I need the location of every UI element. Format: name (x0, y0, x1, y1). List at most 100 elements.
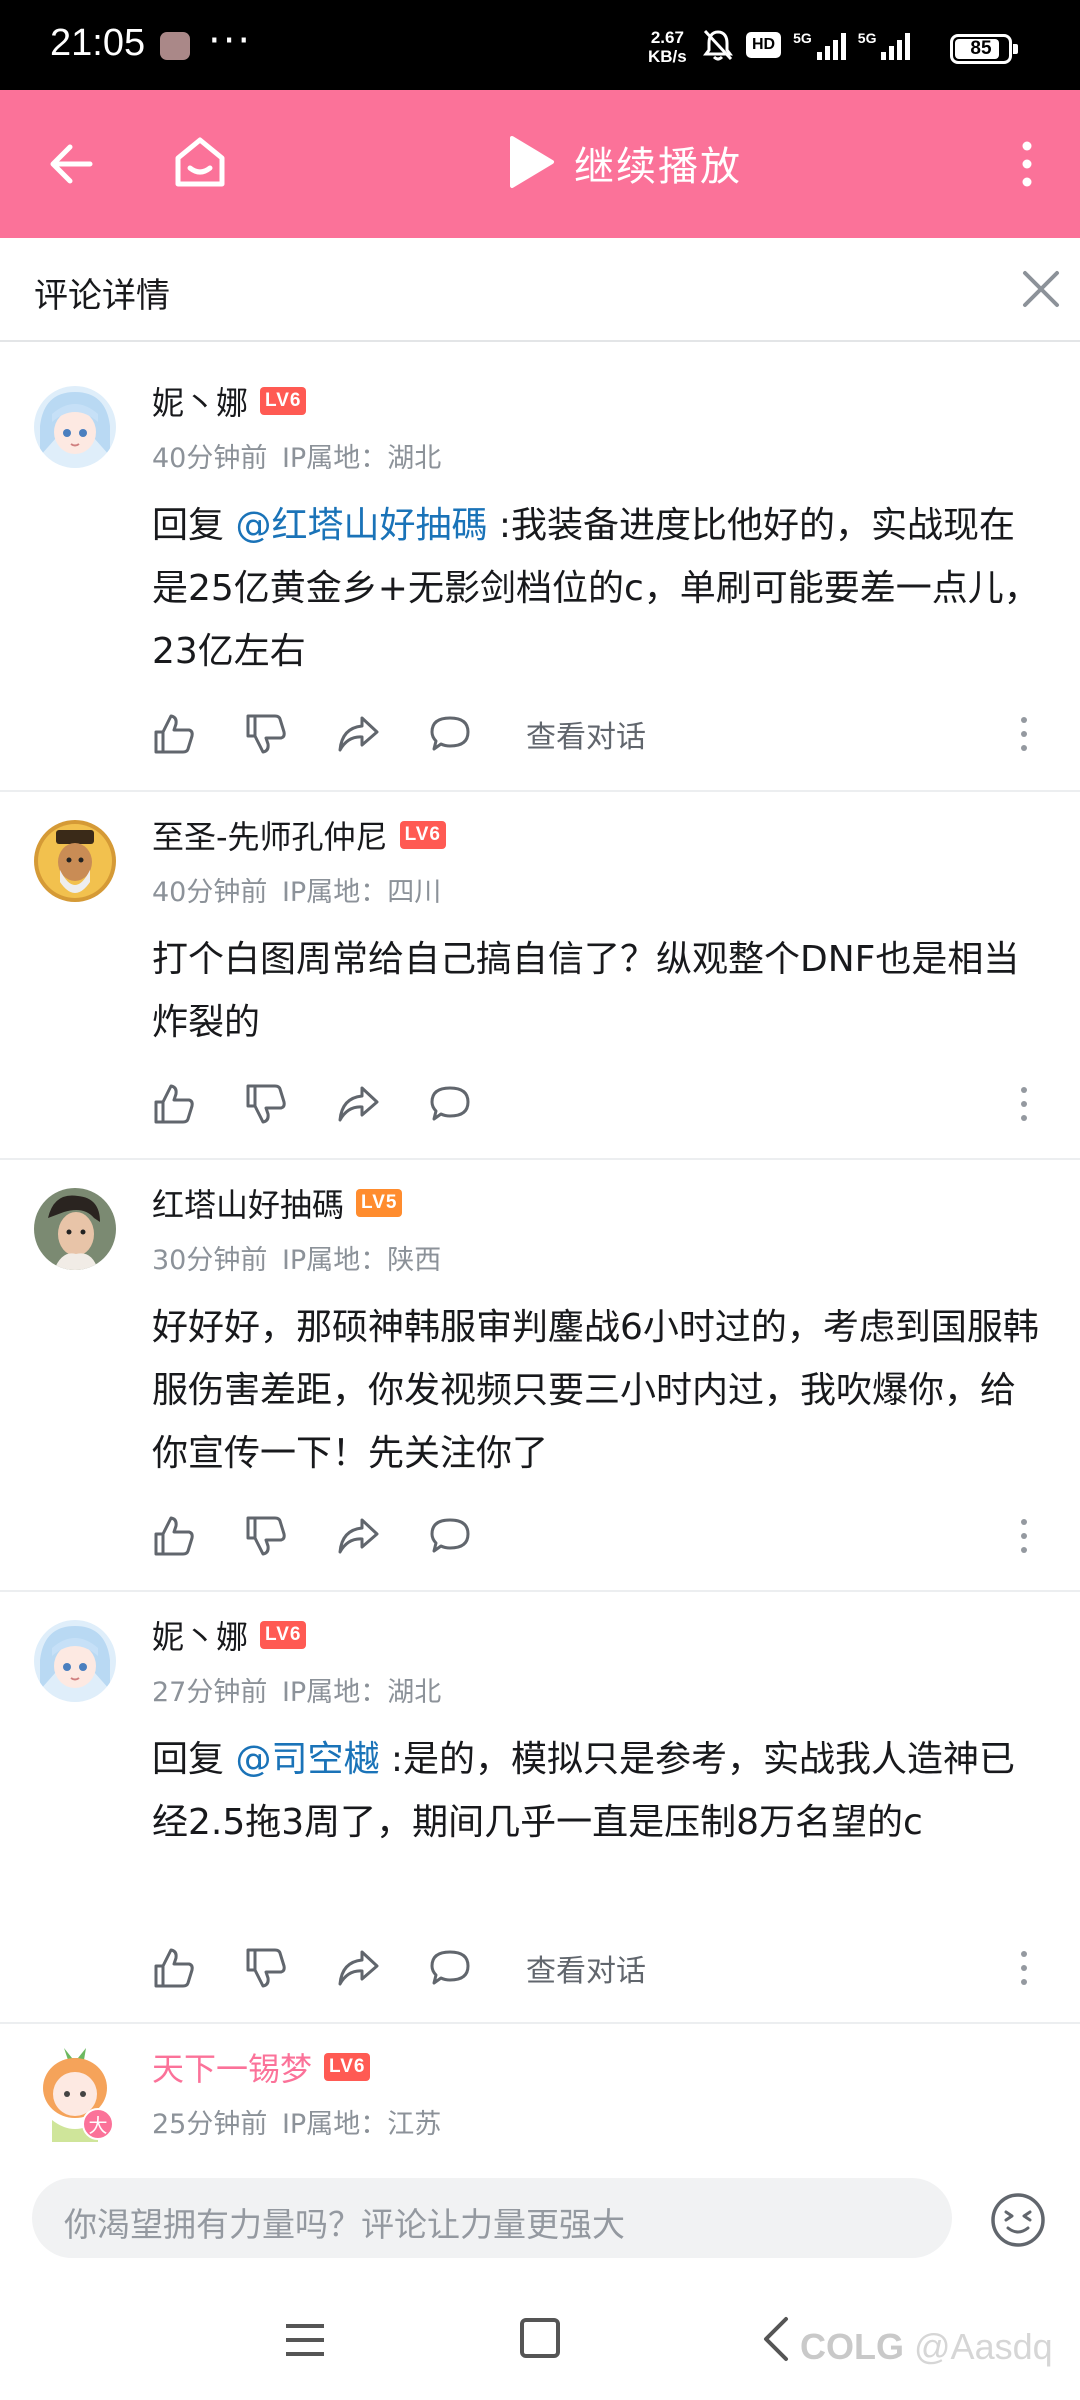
dislike-icon[interactable] (244, 1946, 288, 1990)
avatar[interactable] (34, 1620, 116, 1702)
share-icon[interactable] (336, 712, 380, 756)
mute-bell-icon (703, 29, 733, 61)
view-conversation-button[interactable]: 查看对话 (526, 1946, 646, 1990)
like-icon[interactable] (152, 1514, 196, 1558)
comment-time: 27分钟前 (152, 1677, 268, 1708)
play-icon[interactable] (500, 132, 560, 192)
emoji-icon[interactable] (988, 2190, 1048, 2250)
panel-title: 评论详情 (34, 276, 170, 316)
comment-item: 妮丶娜 LV6 27分钟前 IP属地：湖北 回复 @司空樾 :是的，模拟只是参考… (0, 1592, 1080, 2024)
level-badge: LV6 (260, 1621, 307, 1649)
share-icon[interactable] (336, 1082, 380, 1126)
mention-link[interactable]: @红塔山好抽碼 (235, 505, 487, 546)
level-badge: LV6 (324, 2053, 371, 2081)
like-icon[interactable] (152, 1082, 196, 1126)
comment-actions (152, 1506, 1052, 1566)
ip-location: IP属地：湖北 (281, 443, 442, 474)
status-icons: HD 5G 5G (702, 28, 911, 62)
comment-meta: 27分钟前 IP属地：湖北 (152, 1670, 441, 1709)
more-notifications-icon: ··· (208, 18, 253, 64)
avatar-badge: 大 (82, 2108, 114, 2140)
watermark-brand: COLG (800, 2326, 904, 2367)
avatar[interactable] (34, 1188, 116, 1270)
hd-voice-icon: HD (746, 32, 782, 58)
comment-time: 40分钟前 (152, 443, 268, 474)
watermark-handle: @Aasdq (914, 2326, 1053, 2367)
view-conversation-button[interactable]: 查看对话 (526, 712, 646, 756)
comment-input-bar: 你渴望拥有力量吗？评论让力量更强大 (0, 2160, 1080, 2280)
ip-location: IP属地：四川 (281, 877, 442, 908)
share-icon[interactable] (336, 1946, 380, 1990)
like-icon[interactable] (152, 1946, 196, 1990)
battery-icon: 85 (950, 34, 1018, 64)
username[interactable]: 妮丶娜 LV6 (152, 378, 307, 424)
mention-link[interactable]: @司空樾 (235, 1739, 379, 1780)
battery-level: 85 (970, 38, 992, 59)
net-speed-unit: KB/s (648, 47, 687, 66)
username[interactable]: 天下一锡梦 LV6 (152, 2044, 371, 2090)
comment-time: 25分钟前 (152, 2109, 268, 2140)
net-speed-value: 2.67 (650, 28, 684, 47)
nav-back-icon[interactable] (756, 2314, 796, 2364)
comment-more-icon[interactable] (1014, 1946, 1034, 1990)
dislike-icon[interactable] (244, 712, 288, 756)
comment-time: 30分钟前 (152, 1245, 268, 1276)
ip-location: IP属地：湖北 (281, 1677, 442, 1708)
comment-text: 回复 @司空樾 :是的，模拟只是参考，实战我人造神已经2.5拖3周了，期间几乎一… (152, 1739, 1016, 1843)
username[interactable]: 妮丶娜 LV6 (152, 1612, 307, 1658)
comment-text: 打个白图周常给自己搞自信了？纵观整个DNF也是相当炸裂的 (152, 939, 1020, 1043)
comment-time: 40分钟前 (152, 877, 268, 908)
signal-icon-2: 5G (858, 30, 911, 60)
resume-playback-button[interactable]: 继续播放 (574, 134, 742, 192)
comment-more-icon[interactable] (1014, 1082, 1034, 1126)
reply-comment-icon[interactable] (428, 712, 472, 756)
comment-item: 至圣-先师孔仲尼 LV6 40分钟前 IP属地：四川 打个白图周常给自己搞自信了… (0, 792, 1080, 1160)
avatar[interactable] (34, 386, 116, 468)
like-icon[interactable] (152, 712, 196, 756)
comment-meta: 40分钟前 IP属地：四川 (152, 870, 441, 909)
level-badge: LV5 (356, 1189, 403, 1217)
username[interactable]: 红塔山好抽碼 LV5 (152, 1180, 403, 1226)
comment-actions: 查看对话 (152, 704, 1052, 764)
reply-comment-icon[interactable] (428, 1946, 472, 1990)
comment-text: 好好好，那硕神韩服审判鏖战6小时过的，考虑到国服韩服伤害差距，你发视频只要三小时… (152, 1307, 1039, 1474)
top-toolbar: 继续播放 (0, 90, 1080, 238)
back-arrow-icon[interactable] (42, 134, 102, 194)
net-speed: 2.67 KB/s (648, 28, 687, 66)
signal-icon-1: 5G (793, 30, 846, 60)
comment-meta: 30分钟前 IP属地：陕西 (152, 1238, 441, 1277)
comment-input[interactable]: 你渴望拥有力量吗？评论让力量更强大 (32, 2178, 952, 2258)
system-nav-bar: COLG @Aasdq (0, 2280, 1080, 2400)
comment-more-icon[interactable] (1014, 1514, 1034, 1558)
reply-comment-icon[interactable] (428, 1082, 472, 1126)
nav-home-icon[interactable] (520, 2318, 560, 2358)
comment-item: 大 天下一锡梦 LV6 25分钟前 IP属地：江苏 (0, 2024, 1080, 2160)
recent-apps-icon[interactable] (282, 2320, 328, 2360)
comment-text: 回复 @红塔山好抽碼 :我装备进度比他好的，实战现在是25亿黄金乡+无影剑档位的… (152, 505, 1040, 672)
username[interactable]: 至圣-先师孔仲尼 LV6 (152, 812, 446, 858)
reply-comment-icon[interactable] (428, 1514, 472, 1558)
status-time: 21:05 (50, 22, 146, 64)
avatar[interactable] (34, 820, 116, 902)
comment-detail-header: 评论详情 (0, 238, 1080, 342)
level-badge: LV6 (399, 821, 446, 849)
comment-meta: 25分钟前 IP属地：江苏 (152, 2102, 441, 2141)
status-bar: 21:05 ··· 2.67 KB/s HD 5G 5G 85 (0, 0, 1080, 90)
level-badge: LV6 (260, 387, 307, 415)
comment-item: 红塔山好抽碼 LV5 30分钟前 IP属地：陕西 好好好，那硕神韩服审判鏖战6小… (0, 1160, 1080, 1592)
avatar[interactable]: 大 (34, 2048, 116, 2142)
dislike-icon[interactable] (244, 1514, 288, 1558)
share-icon[interactable] (336, 1514, 380, 1558)
comment-item: 妮丶娜 LV6 40分钟前 IP属地：湖北 回复 @红塔山好抽碼 :我装备进度比… (0, 358, 1080, 792)
comment-actions (152, 1074, 1052, 1134)
more-options-icon[interactable] (1012, 134, 1042, 194)
comment-meta: 40分钟前 IP属地：湖北 (152, 436, 441, 475)
comment-actions: 查看对话 (152, 1938, 1052, 1998)
notification-app-icon (160, 32, 190, 60)
ip-location: IP属地：江苏 (281, 2109, 442, 2140)
close-icon[interactable] (1020, 268, 1062, 310)
home-icon[interactable] (168, 130, 232, 194)
comment-more-icon[interactable] (1014, 712, 1034, 756)
dislike-icon[interactable] (244, 1082, 288, 1126)
comment-input-placeholder: 你渴望拥有力量吗？评论让力量更强大 (64, 2205, 625, 2244)
